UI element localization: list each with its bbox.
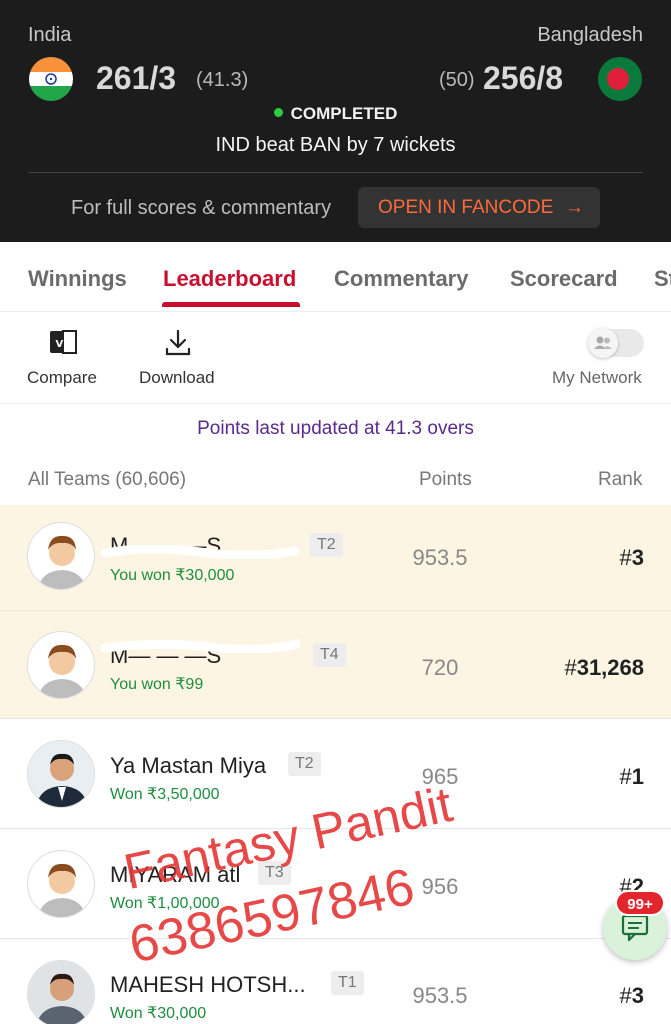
tab-stats[interactable]: St <box>654 266 671 292</box>
rank-prefix: # <box>619 983 632 1008</box>
leaderboard-toolbar: VS Compare Download My Network <box>0 312 671 404</box>
points-value: 956 <box>421 874 459 899</box>
tab-bar: Winnings Leaderboard Commentary Scorecar… <box>0 242 671 312</box>
compare-button[interactable]: Compare <box>27 368 97 388</box>
points-header: Points <box>419 469 472 490</box>
winnings-text: You won ₹30,000 <box>110 567 235 584</box>
points-value: 953.5 <box>412 545 468 570</box>
rank-prefix: # <box>619 764 632 789</box>
avatar <box>27 740 95 808</box>
tab-scorecard[interactable]: Scorecard <box>510 266 618 292</box>
score-header: India Bangladesh 261/3 (41.3) (50) 256/8… <box>0 0 671 242</box>
avatar <box>27 960 95 1024</box>
open-in-fancode-label: OPEN IN FANCODE <box>378 197 554 218</box>
username: MIYARAM atl <box>110 862 241 887</box>
rank-header: Rank <box>598 469 643 490</box>
match-status: COMPLETED <box>0 104 671 124</box>
points-updated-text: Points last updated at 41.3 overs <box>197 418 474 439</box>
redaction-scribble <box>100 639 300 653</box>
team2-score: 256/8 <box>483 60 564 96</box>
full-scores-text: For full scores & commentary <box>71 197 332 219</box>
leaderboard-row[interactable]: M— — —S T2 You won ₹30,000 953.5 #3 <box>0 505 671 611</box>
points-value: 720 <box>421 655 459 680</box>
compare-icon-text: VS <box>56 339 71 350</box>
people-icon <box>594 336 612 349</box>
avatar <box>27 631 95 699</box>
avatar <box>27 850 95 918</box>
points-value: 965 <box>421 764 459 789</box>
team-tag: T1 <box>331 971 364 995</box>
team2-name: Bangladesh <box>537 24 643 46</box>
rank-number: 3 <box>631 983 644 1008</box>
open-in-fancode-button[interactable]: OPEN IN FANCODE → <box>358 187 600 228</box>
team1-score: 261/3 <box>96 60 177 96</box>
match-status-label: COMPLETED <box>290 104 398 123</box>
compare-icon[interactable]: VS <box>48 328 78 363</box>
arrow-right-icon: → <box>565 197 584 218</box>
all-teams-header: All Teams (60,606) <box>28 469 187 490</box>
leaderboard-row[interactable]: MAHESH HOTSH... T1 Won ₹30,000 953.5 #3 <box>0 939 671 1024</box>
tab-leaderboard[interactable]: Leaderboard <box>163 266 296 292</box>
avatar <box>27 522 95 590</box>
team-tag: T2 <box>288 752 321 776</box>
team2-overs: (50) <box>439 69 475 91</box>
rank-number: 3 <box>631 545 644 570</box>
download-icon[interactable] <box>163 328 193 363</box>
team1-overs: (41.3) <box>196 69 249 91</box>
rank-value: #31,268 <box>564 655 644 681</box>
leaderboard-row[interactable]: Ya Mastan Miya T2 Won ₹3,50,000 965 #1 <box>0 719 671 829</box>
leaderboard-row[interactable]: M— — —S T4 You won ₹99 720 #31,268 <box>0 611 671 719</box>
leaderboard-row[interactable]: MIYARAM atl T3 Won ₹1,00,000 956 #2 <box>0 829 671 939</box>
rank-value: #1 <box>620 764 645 790</box>
username: MAHESH HOTSH... <box>110 972 306 997</box>
chat-badge: 99+ <box>615 890 665 916</box>
winnings-text: Won ₹3,50,000 <box>110 786 220 803</box>
points-value: 953.5 <box>412 983 468 1008</box>
status-dot-icon <box>273 108 283 118</box>
winnings-text: You won ₹99 <box>110 676 204 693</box>
redaction-scribble <box>100 545 300 559</box>
team1-name: India <box>28 24 72 46</box>
toggle-knob <box>588 328 618 358</box>
team-tag: T4 <box>313 643 346 667</box>
rank-prefix: # <box>564 655 577 680</box>
download-button[interactable]: Download <box>139 368 215 388</box>
rank-prefix: # <box>619 545 632 570</box>
tab-winnings[interactable]: Winnings <box>28 266 127 292</box>
active-tab-indicator <box>162 302 300 307</box>
rank-number: 31,268 <box>576 655 644 680</box>
india-flag-icon <box>29 57 73 101</box>
team-tag: T2 <box>310 533 343 557</box>
rank-value: #3 <box>620 545 645 571</box>
winnings-text: Won ₹30,000 <box>110 1005 207 1022</box>
bangladesh-flag-icon <box>598 57 642 101</box>
tab-commentary[interactable]: Commentary <box>334 266 468 292</box>
match-result: IND beat BAN by 7 wickets <box>215 134 456 156</box>
username: Ya Mastan Miya <box>110 753 267 778</box>
rank-value: #3 <box>620 983 645 1009</box>
my-network-label: My Network <box>552 368 642 387</box>
team-tag: T3 <box>258 861 291 885</box>
my-network-toggle[interactable] <box>588 328 644 358</box>
winnings-text: Won ₹1,00,000 <box>110 895 220 912</box>
divider <box>28 172 643 173</box>
rank-number: 1 <box>631 764 644 789</box>
